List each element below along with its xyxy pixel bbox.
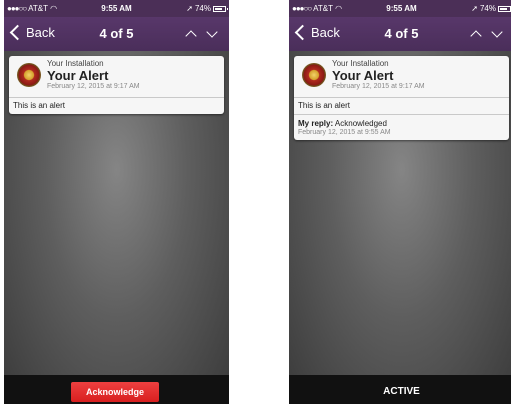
reply-date: February 12, 2015 at 9:55 AM	[298, 129, 391, 136]
battery-icon	[498, 5, 511, 12]
reply-section: My reply: Acknowledged February 12, 2015…	[294, 114, 509, 140]
alert-date: February 12, 2015 at 9:17 AM	[332, 83, 425, 90]
back-label: Back	[311, 25, 340, 40]
chevron-down-icon[interactable]	[491, 26, 503, 38]
chevron-left-icon	[294, 24, 311, 41]
status-bar: ●●●○○ AT&T ◠ 9:55 AM ➚ 74%	[289, 0, 511, 17]
alert-card: Your Installation Your Alert February 12…	[294, 56, 509, 140]
alert-card: Your Installation Your Alert February 12…	[9, 56, 224, 114]
reply-label: My reply:	[298, 119, 334, 128]
alert-title: Your Alert	[47, 68, 109, 83]
chevron-left-icon	[9, 24, 26, 41]
location-icon: ➚	[471, 4, 478, 13]
location-icon: ➚	[186, 4, 193, 13]
alert-header: Your Installation Your Alert February 12…	[9, 56, 224, 98]
bottom-bar: Acknowledge	[4, 375, 229, 404]
status-bar: ●●●○○ AT&T ◠ 9:55 AM ➚ 74%	[4, 0, 229, 17]
reply-line: My reply: Acknowledged	[298, 119, 505, 128]
alert-body: This is an alert	[13, 101, 66, 110]
back-button[interactable]: Back	[8, 24, 55, 41]
battery-icon	[213, 5, 228, 12]
status-label: ACTIVE	[383, 386, 420, 397]
chevron-down-icon[interactable]	[206, 26, 218, 38]
installation-emblem-icon	[17, 63, 41, 87]
alert-header: Your Installation Your Alert February 12…	[294, 56, 509, 98]
acknowledge-button[interactable]: Acknowledge	[71, 382, 159, 402]
bottom-bar: ACTIVE	[289, 375, 511, 404]
nav-bar: Back 4 of 5	[4, 17, 229, 51]
phone-screen-left: ●●●○○ AT&T ◠ 9:55 AM ➚ 74% Back 4 of 5 Yo…	[4, 0, 229, 404]
status-right: ➚ 74%	[471, 4, 511, 13]
alert-date: February 12, 2015 at 9:17 AM	[47, 83, 140, 90]
chevron-up-icon[interactable]	[470, 30, 482, 42]
alert-source: Your Installation	[47, 59, 104, 68]
alert-body: This is an alert	[298, 101, 351, 110]
chevron-up-icon[interactable]	[185, 30, 197, 42]
status-right: ➚ 74%	[186, 4, 228, 13]
installation-emblem-icon	[302, 63, 326, 87]
nav-bar: Back 4 of 5	[289, 17, 511, 51]
battery-percent: 74%	[479, 4, 496, 13]
reply-text: Acknowledged	[334, 119, 387, 128]
battery-percent: 74%	[194, 4, 211, 13]
back-button[interactable]: Back	[293, 24, 340, 41]
alert-source: Your Installation	[332, 59, 389, 68]
alert-title: Your Alert	[332, 68, 394, 83]
phone-screen-right: ●●●○○ AT&T ◠ 9:55 AM ➚ 74% Back 4 of 5 Yo…	[289, 0, 511, 404]
back-label: Back	[26, 25, 55, 40]
